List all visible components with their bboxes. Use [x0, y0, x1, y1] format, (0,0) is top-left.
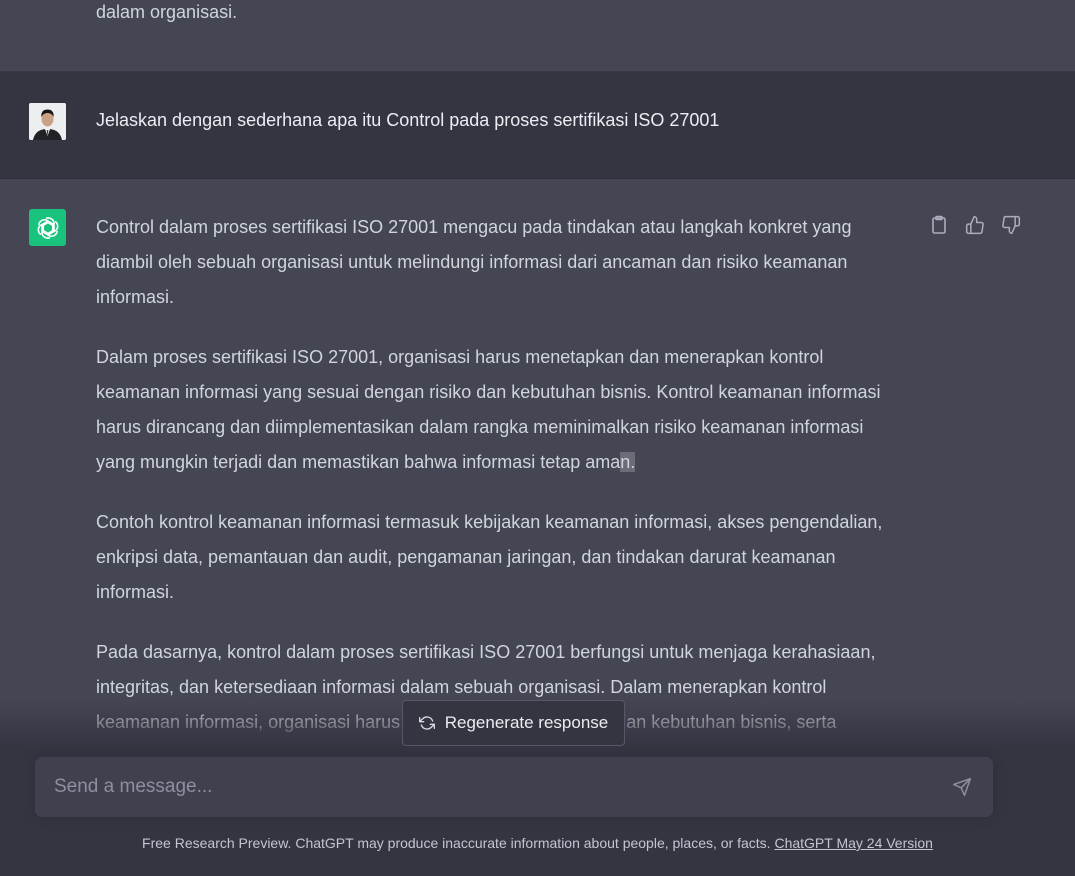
thumbs-down-button[interactable]: [998, 212, 1024, 238]
paper-plane-icon: [952, 777, 972, 797]
assistant-paragraph-2: Dalam proses sertifikasi ISO 27001, orga…: [96, 340, 906, 480]
message-input[interactable]: [35, 757, 925, 817]
send-button[interactable]: [952, 777, 974, 799]
thumbs-down-icon: [1002, 215, 1021, 235]
assistant-paragraph-1: Control dalam proses sertifikasi ISO 270…: [96, 217, 852, 307]
assistant-paragraph-3: Contoh kontrol keamanan informasi termas…: [96, 512, 883, 602]
regenerate-response-button[interactable]: Regenerate response: [402, 700, 625, 746]
copy-button[interactable]: [926, 212, 952, 238]
version-link[interactable]: ChatGPT May 24 Version: [774, 835, 932, 851]
composer: [35, 757, 993, 817]
user-avatar: [29, 103, 66, 140]
footer-disclaimer: Free Research Preview. ChatGPT may produ…: [0, 833, 1075, 853]
user-avatar-photo: [29, 103, 66, 140]
streaming-caret: n.: [620, 452, 636, 472]
footer-text: Free Research Preview. ChatGPT may produ…: [142, 835, 775, 851]
regenerate-response-label: Regenerate response: [444, 713, 609, 732]
assistant-paragraph-2-text: Dalam proses sertifikasi ISO 27001, orga…: [96, 347, 881, 472]
openai-logo-icon: [29, 209, 66, 246]
previous-message-tail: dalam organisasi.: [96, 2, 238, 22]
clipboard-icon: [932, 215, 946, 234]
message-actions: [926, 212, 1024, 238]
refresh-icon: [418, 716, 435, 730]
thumbs-up-icon: [965, 215, 984, 235]
previous-message: dalam organisasi.: [0, 0, 1075, 72]
user-message-text: Jelaskan dengan sederhana apa itu Contro…: [96, 110, 720, 130]
thumbs-up-button[interactable]: [962, 212, 988, 238]
user-message: Jelaskan dengan sederhana apa itu Contro…: [0, 72, 1075, 179]
